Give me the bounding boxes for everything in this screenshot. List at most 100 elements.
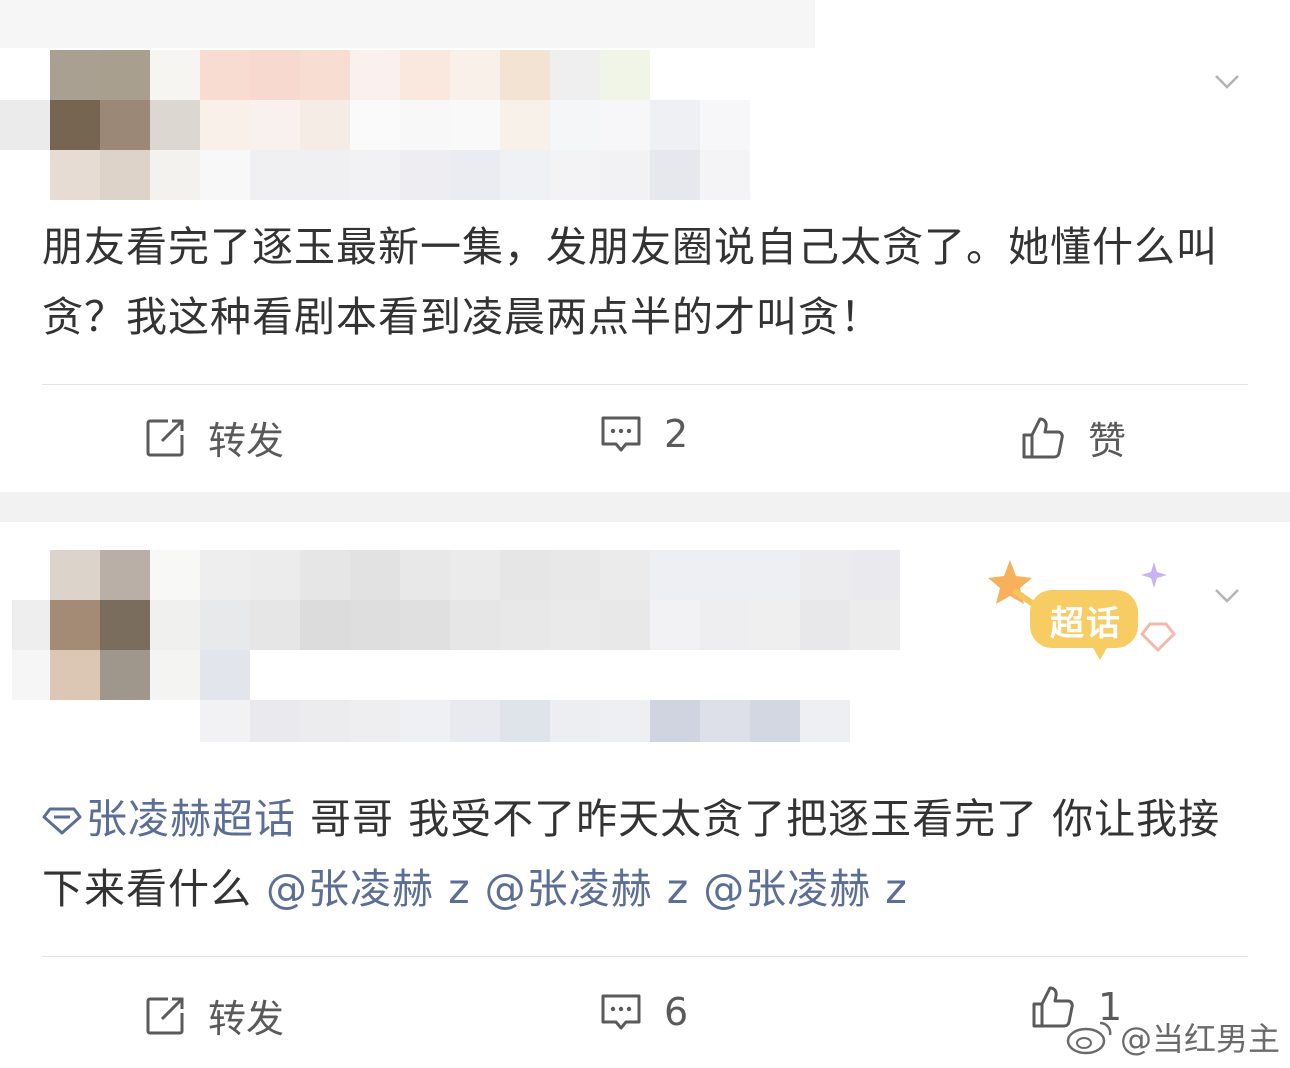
mosaic-pixel (300, 550, 350, 600)
mosaic-pixel (150, 600, 200, 650)
post-text: 张凌赫超话 哥哥 我受不了昨天太贪了把逐玉看完了 你让我接下来看什么 @张凌赫 … (42, 784, 1252, 924)
mosaic-pixel (650, 700, 700, 742)
comment-icon (601, 416, 641, 452)
mosaic-pixel (100, 550, 150, 600)
mosaic-pixel (500, 50, 550, 100)
mosaic-pixel (200, 600, 250, 650)
mosaic-pixel (350, 550, 400, 600)
chevron-down-icon[interactable] (1214, 582, 1240, 608)
mosaic-pixel (500, 150, 550, 200)
mosaic-pixel (400, 150, 450, 200)
mention-link[interactable]: @张凌赫 z (703, 865, 908, 913)
mosaic-pixel (100, 100, 150, 150)
mosaic-pixel (450, 150, 500, 200)
super-topic-label: 张凌赫超话 (86, 795, 296, 843)
censored-user-header (0, 0, 820, 200)
mosaic-pixel (550, 550, 600, 600)
mosaic-pixel (650, 100, 700, 150)
mosaic-pixel (400, 100, 450, 150)
post-text: 朋友看完了逐玉最新一集，发朋友圈说自己太贪了。她懂什么叫贪？我这种看剧本看到凌晨… (42, 212, 1252, 352)
mosaic-pixel (850, 550, 900, 600)
mosaic-pixel (550, 100, 600, 150)
mosaic-pixel (350, 100, 400, 150)
comment-button[interactable]: 6 (600, 990, 688, 1034)
mosaic-pixel (50, 600, 100, 650)
censored-user-header (0, 522, 910, 742)
thumbs-up-icon (1022, 417, 1064, 458)
mosaic-pixel (300, 50, 350, 100)
mosaic-pixel (50, 50, 100, 100)
mosaic-pixel (600, 50, 650, 100)
mosaic-pixel (800, 550, 850, 600)
mosaic-pixel (12, 650, 50, 700)
comment-icon (601, 994, 641, 1030)
repost-button[interactable]: 转发 (144, 988, 284, 1043)
repost-icon (146, 419, 184, 456)
mosaic-pixel (450, 600, 500, 650)
mosaic-pixel (500, 600, 550, 650)
mosaic-pixel (700, 100, 750, 150)
mosaic-pixel (550, 50, 600, 100)
mosaic-pixel (150, 50, 200, 100)
comment-count: 2 (664, 412, 689, 456)
mosaic-pixel (700, 600, 750, 650)
mention-link[interactable]: @张凌赫 z (266, 865, 471, 913)
mosaic-pixel (400, 700, 450, 742)
repost-button[interactable]: 转发 (144, 410, 284, 465)
mosaic-pixel (600, 150, 650, 200)
super-topic-link[interactable]: 张凌赫超话 (42, 795, 296, 843)
like-button[interactable]: 赞 (1020, 410, 1126, 465)
mosaic-pixel (50, 100, 100, 150)
mosaic-pixel (450, 700, 500, 742)
mosaic-pixel (0, 100, 50, 150)
mosaic-pixel (750, 550, 800, 600)
mosaic-pixel (400, 50, 450, 100)
mosaic-pixel (600, 600, 650, 650)
watermark: @当红男主 (1066, 1014, 1280, 1060)
mosaic-pixel (50, 550, 100, 600)
chevron-down-icon[interactable] (1214, 68, 1240, 94)
watermark-text: @当红男主 (1119, 1020, 1280, 1058)
mosaic-pixel (700, 700, 750, 742)
mosaic-pixel (450, 100, 500, 150)
comment-button[interactable]: 2 (600, 412, 688, 456)
mosaic-pixel (700, 550, 750, 600)
super-topic-badge: 超话 (982, 552, 1182, 672)
mosaic-pixel (400, 600, 450, 650)
mosaic-pixel (350, 150, 400, 200)
post-card-1: 朋友看完了逐玉最新一集，发朋友圈说自己太贪了。她懂什么叫贪？我这种看剧本看到凌晨… (0, 0, 1290, 492)
mosaic-pixel (650, 150, 700, 200)
mention-link[interactable]: @张凌赫 z (485, 865, 690, 913)
repost-icon (146, 997, 184, 1034)
mosaic-pixel (200, 650, 250, 700)
mosaic-pixel (500, 550, 550, 600)
mosaic-pixel (200, 550, 250, 600)
mosaic-pixel (50, 650, 100, 700)
mosaic-pixel (250, 550, 300, 600)
mosaic-pixel (250, 150, 300, 200)
mosaic-pixel (300, 150, 350, 200)
super-topic-diamond-icon (42, 807, 82, 835)
mosaic-pixel (200, 50, 250, 100)
mosaic-pixel (800, 700, 850, 742)
like-label: 赞 (1088, 419, 1127, 463)
weibo-logo-icon (1066, 1021, 1112, 1055)
repost-label: 转发 (208, 419, 285, 463)
mosaic-pixel (350, 700, 400, 742)
mosaic-pixel (200, 700, 250, 742)
mosaic-pixel (550, 150, 600, 200)
super-topic-badge-label: 超话 (1050, 604, 1122, 644)
mosaic-pixel (150, 100, 200, 150)
mosaic-pixel (750, 600, 800, 650)
mosaic-pixel (500, 700, 550, 742)
mosaic-pixel (450, 550, 500, 600)
mosaic-pixel (800, 600, 850, 650)
mosaic-pixel (150, 550, 200, 600)
mosaic-pixel (250, 600, 300, 650)
mosaic-pixel (300, 700, 350, 742)
mosaic-pixel (50, 150, 100, 200)
mosaic-pixel (400, 550, 450, 600)
mosaic-pixel (0, 0, 815, 48)
mosaic-pixel (100, 150, 150, 200)
mosaic-pixel (600, 550, 650, 600)
